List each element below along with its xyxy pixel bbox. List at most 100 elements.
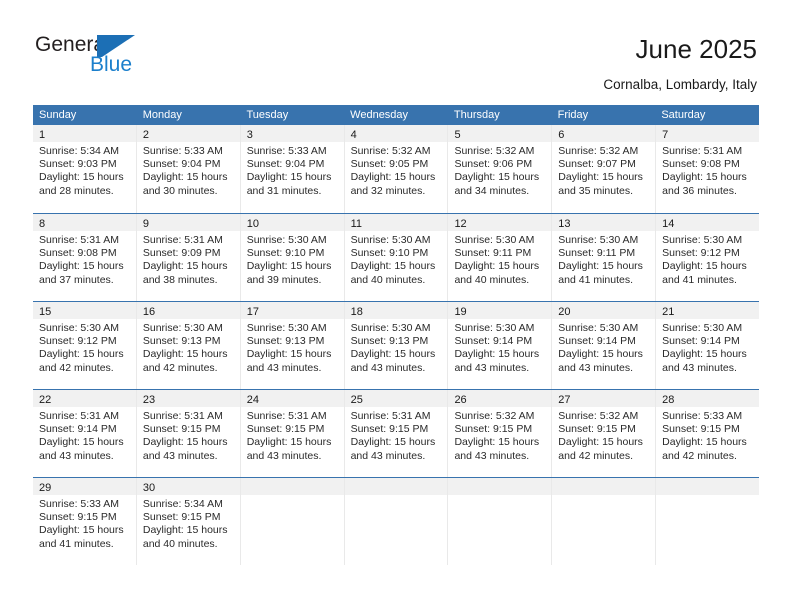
calendar-day-cell[interactable]: 28 Sunrise: 5:33 AM Sunset: 9:15 PM Dayligh… <box>656 390 760 477</box>
calendar-day-cell[interactable]: 7 Sunrise: 5:31 AM Sunset: 9:08 PM Daylight… <box>656 125 760 213</box>
calendar-day-cell[interactable]: 17 Sunrise: 5:30 AM Sunset: 9:13 PM Dayligh… <box>240 302 345 389</box>
calendar-day-cell[interactable]: 22 Sunrise: 5:31 AM Sunset: 9:14 PM Dayligh… <box>33 390 137 477</box>
calendar-day-cell[interactable]: 3 Sunrise: 5:33 AM Sunset: 9:04 PM Daylight… <box>240 125 345 213</box>
day-number-band: 16 <box>136 302 240 319</box>
calendar-day-cell-empty <box>552 478 657 565</box>
calendar-day-cell[interactable]: 13 Sunrise: 5:30 AM Sunset: 9:11 PM Dayligh… <box>552 214 657 301</box>
calendar-day-cell[interactable]: 21 Sunrise: 5:30 AM Sunset: 9:14 PM Dayligh… <box>656 302 760 389</box>
calendar-day-cell[interactable]: 12 Sunrise: 5:30 AM Sunset: 9:11 PM Dayligh… <box>448 214 553 301</box>
calendar-table: Sunday Monday Tuesday Wednesday Thursday… <box>33 105 760 565</box>
calendar-day-cell[interactable]: 11 Sunrise: 5:30 AM Sunset: 9:10 PM Dayligh… <box>344 214 449 301</box>
calendar-week-row: 15 Sunrise: 5:30 AM Sunset: 9:12 PM Dayligh… <box>33 301 760 389</box>
day-number-band: 7 <box>656 125 760 142</box>
day-details: Sunrise: 5:30 AM Sunset: 9:10 PM Daylight:… <box>241 231 344 287</box>
day-number: 16 <box>142 306 156 318</box>
sunrise-text: Sunrise: 5:32 AM <box>558 410 639 422</box>
sunset-text: Sunset: 9:15 PM <box>558 423 636 436</box>
day-details: Sunrise: 5:31 AM Sunset: 9:09 PM Daylight:… <box>137 231 240 287</box>
sunrise-text: Sunrise: 5:33 AM <box>246 145 327 157</box>
sunrise-text: Sunrise: 5:30 AM <box>350 234 431 246</box>
sunrise-text: Sunrise: 5:31 AM <box>142 410 223 422</box>
calendar-day-cell[interactable]: 26 Sunrise: 5:32 AM Sunset: 9:15 PM Dayligh… <box>448 390 553 477</box>
sunrise-text: Sunrise: 5:31 AM <box>142 234 223 246</box>
sunset-text: Sunset: 9:13 PM <box>350 335 429 348</box>
day-details: Sunrise: 5:30 AM Sunset: 9:10 PM Daylight:… <box>345 231 448 287</box>
calendar-day-cell[interactable]: 5 Sunrise: 5:32 AM Sunset: 9:06 PM Daylight… <box>448 125 553 213</box>
calendar-day-cell[interactable]: 23 Sunrise: 5:31 AM Sunset: 9:15 PM Dayligh… <box>136 390 241 477</box>
calendar-day-cell-empty <box>240 478 345 565</box>
daylight-text: Daylight: 15 hours and 34 minutes. <box>454 171 540 197</box>
day-number-band: 28 <box>656 390 760 407</box>
calendar-day-cell[interactable]: 2 Sunrise: 5:33 AM Sunset: 9:04 PM Daylight… <box>136 125 241 213</box>
sunset-text: Sunset: 9:14 PM <box>454 335 533 348</box>
calendar-day-cell[interactable]: 15 Sunrise: 5:30 AM Sunset: 9:12 PM Dayligh… <box>33 302 137 389</box>
calendar-weeks: 1 Sunrise: 5:34 AM Sunset: 9:03 PM Daylight… <box>33 125 760 565</box>
calendar-day-cell[interactable]: 19 Sunrise: 5:30 AM Sunset: 9:14 PM Dayligh… <box>448 302 553 389</box>
calendar-day-cell[interactable]: 20 Sunrise: 5:30 AM Sunset: 9:14 PM Dayligh… <box>552 302 657 389</box>
day-details: Sunrise: 5:32 AM Sunset: 9:15 PM Daylight:… <box>448 407 551 463</box>
day-number-band: 17 <box>240 302 344 319</box>
day-number-band: 23 <box>136 390 240 407</box>
day-number-band: 27 <box>552 390 656 407</box>
day-details: Sunrise: 5:31 AM Sunset: 9:08 PM Daylight:… <box>656 142 759 198</box>
day-details: Sunrise: 5:32 AM Sunset: 9:05 PM Daylight:… <box>345 142 448 198</box>
day-number-band: 4 <box>344 125 448 142</box>
day-number-band: 13 <box>552 214 656 231</box>
calendar-day-cell[interactable]: 29 Sunrise: 5:33 AM Sunset: 9:15 PM Dayligh… <box>33 478 137 565</box>
day-number-band: 1 <box>33 125 136 142</box>
sunset-text: Sunset: 9:07 PM <box>558 158 636 171</box>
sunset-text: Sunset: 9:15 PM <box>142 423 221 436</box>
calendar-day-cell[interactable]: 18 Sunrise: 5:30 AM Sunset: 9:13 PM Dayligh… <box>344 302 449 389</box>
calendar-day-cell[interactable]: 16 Sunrise: 5:30 AM Sunset: 9:13 PM Dayligh… <box>136 302 241 389</box>
weekday-header-friday: Friday <box>557 109 589 121</box>
day-number: 2 <box>142 129 149 141</box>
calendar-day-cell[interactable]: 24 Sunrise: 5:31 AM Sunset: 9:15 PM Dayligh… <box>240 390 345 477</box>
sunrise-text: Sunrise: 5:30 AM <box>454 322 535 334</box>
daylight-text: Daylight: 15 hours and 42 minutes. <box>142 348 228 374</box>
sunset-text: Sunset: 9:11 PM <box>558 247 636 260</box>
sunset-text: Sunset: 9:04 PM <box>142 158 221 171</box>
sunset-text: Sunset: 9:14 PM <box>39 423 117 436</box>
calendar-week-row: 1 Sunrise: 5:34 AM Sunset: 9:03 PM Daylight… <box>33 125 760 213</box>
day-number-band: 3 <box>240 125 344 142</box>
day-number-band: 22 <box>33 390 136 407</box>
page-title: June 2025 <box>635 34 757 64</box>
sunrise-text: Sunrise: 5:30 AM <box>39 322 119 334</box>
day-number-band <box>448 478 552 495</box>
daylight-text: Daylight: 15 hours and 31 minutes. <box>246 171 332 197</box>
calendar-day-cell[interactable]: 8 Sunrise: 5:31 AM Sunset: 9:08 PM Daylight… <box>33 214 137 301</box>
calendar-day-cell[interactable]: 14 Sunrise: 5:30 AM Sunset: 9:12 PM Dayligh… <box>656 214 760 301</box>
daylight-text: Daylight: 15 hours and 43 minutes. <box>558 348 643 374</box>
day-number-band: 20 <box>552 302 656 319</box>
sunrise-text: Sunrise: 5:30 AM <box>454 234 535 246</box>
calendar-day-cell[interactable]: 6 Sunrise: 5:32 AM Sunset: 9:07 PM Daylight… <box>552 125 657 213</box>
calendar-day-cell[interactable]: 10 Sunrise: 5:30 AM Sunset: 9:10 PM Dayligh… <box>240 214 345 301</box>
calendar-day-cell[interactable]: 30 Sunrise: 5:34 AM Sunset: 9:15 PM Dayligh… <box>136 478 241 565</box>
sunrise-text: Sunrise: 5:30 AM <box>246 234 327 246</box>
calendar-day-cell[interactable]: 1 Sunrise: 5:34 AM Sunset: 9:03 PM Daylight… <box>33 125 137 213</box>
day-details: Sunrise: 5:30 AM Sunset: 9:12 PM Daylight:… <box>33 319 136 375</box>
day-details: Sunrise: 5:30 AM Sunset: 9:14 PM Daylight:… <box>552 319 655 375</box>
sunset-text: Sunset: 9:12 PM <box>39 335 117 348</box>
day-details: Sunrise: 5:31 AM Sunset: 9:15 PM Daylight:… <box>241 407 344 463</box>
day-number-band: 29 <box>33 478 136 495</box>
sunrise-text: Sunrise: 5:33 AM <box>142 145 223 157</box>
sunrise-text: Sunrise: 5:31 AM <box>39 234 119 246</box>
day-details: Sunrise: 5:31 AM Sunset: 9:14 PM Daylight:… <box>33 407 136 463</box>
sunrise-text: Sunrise: 5:32 AM <box>454 145 535 157</box>
day-number: 23 <box>142 394 156 406</box>
day-number-band: 19 <box>448 302 552 319</box>
calendar-day-cell[interactable]: 25 Sunrise: 5:31 AM Sunset: 9:15 PM Dayligh… <box>344 390 449 477</box>
calendar-day-cell[interactable]: 27 Sunrise: 5:32 AM Sunset: 9:15 PM Dayligh… <box>552 390 657 477</box>
weekday-header-saturday: Saturday <box>661 109 706 121</box>
calendar-week-row: 29 Sunrise: 5:33 AM Sunset: 9:15 PM Dayligh… <box>33 477 760 565</box>
calendar-day-cell[interactable]: 9 Sunrise: 5:31 AM Sunset: 9:09 PM Daylight… <box>136 214 241 301</box>
general-blue-logo[interactable]: General Blue <box>35 33 165 81</box>
calendar-day-cell[interactable]: 4 Sunrise: 5:32 AM Sunset: 9:05 PM Daylight… <box>344 125 449 213</box>
sunrise-text: Sunrise: 5:30 AM <box>246 322 327 334</box>
day-details: Sunrise: 5:31 AM Sunset: 9:15 PM Daylight:… <box>137 407 240 463</box>
day-details: Sunrise: 5:30 AM Sunset: 9:12 PM Daylight:… <box>656 231 759 287</box>
page-header: General Blue June 2025 Cornalba, Lombard… <box>0 0 792 96</box>
daylight-text: Daylight: 15 hours and 36 minutes. <box>662 171 747 197</box>
day-number-band <box>344 478 448 495</box>
